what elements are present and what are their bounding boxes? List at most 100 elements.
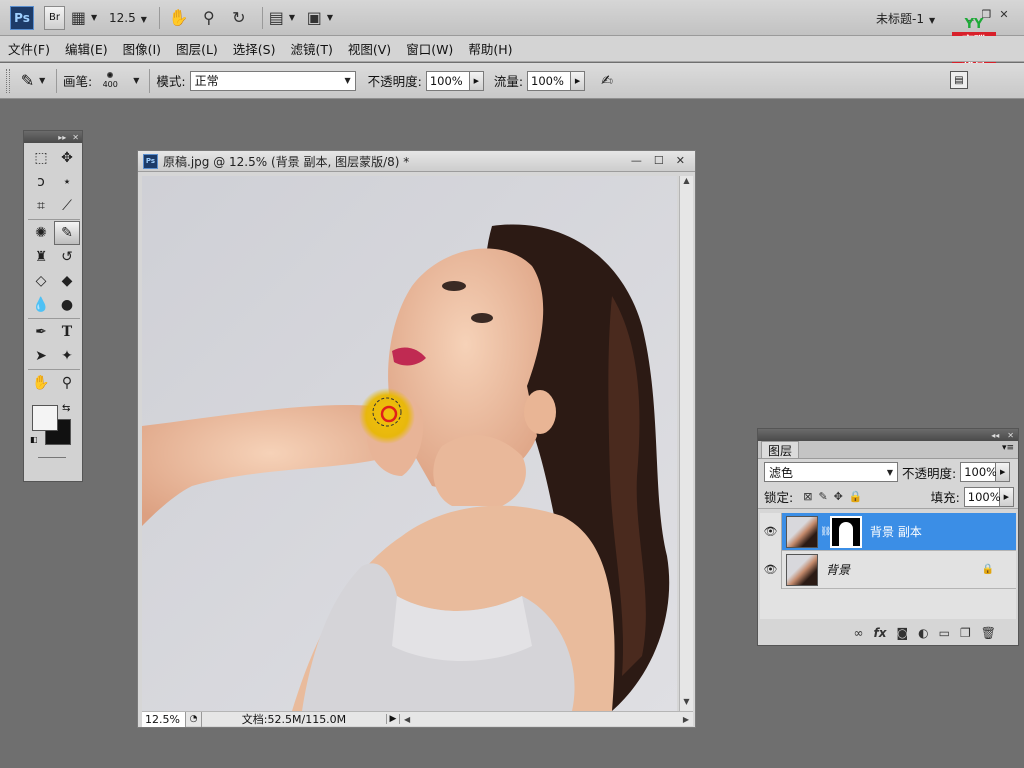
menu-help[interactable]: 帮助(H)	[468, 39, 512, 58]
fill-input[interactable]: 100%	[963, 486, 1001, 507]
toggle-brush-panel-icon[interactable]: ▤	[950, 71, 968, 89]
panel-menu-icon[interactable]: ▾≡	[1002, 443, 1014, 453]
brush-size-picker[interactable]: 400	[96, 67, 124, 95]
brush-tool-icon[interactable]: ✎	[54, 221, 80, 245]
default-colors-icon[interactable]: ◧	[30, 435, 38, 444]
layer-thumbnail[interactable]	[786, 553, 818, 586]
clone-stamp-tool-icon[interactable]: ♜	[28, 245, 54, 269]
zoom-tool-icon[interactable]: ⚲	[54, 371, 80, 395]
healing-brush-tool-icon[interactable]: ✺	[28, 221, 54, 245]
status-menu-arrow-icon[interactable]: ▶	[386, 714, 400, 724]
rotate-view-icon[interactable]: ↻	[228, 7, 250, 29]
adjustment-layer-icon[interactable]: ◐	[918, 626, 928, 640]
horizontal-scrollbar[interactable]: ◀ ▶	[400, 712, 693, 727]
collapse-icon[interactable]: ◂◂	[991, 431, 999, 440]
link-layers-icon[interactable]: ∞	[854, 626, 864, 640]
delete-layer-icon[interactable]: 🗑	[981, 626, 996, 640]
zoom-level-dropdown[interactable]: 12.5 ▼	[109, 11, 147, 25]
layer-thumbnail[interactable]	[786, 515, 818, 548]
opacity-input[interactable]: 100%	[425, 70, 470, 91]
photoshop-logo-icon[interactable]: Ps	[10, 5, 34, 30]
lasso-tool-icon[interactable]: ↄ	[28, 170, 54, 194]
layer-opacity-input[interactable]: 100%	[960, 462, 997, 482]
tools-panel-header[interactable]: ▸▸ ✕	[24, 131, 82, 143]
crop-tool-icon[interactable]: ⌗	[28, 194, 54, 218]
menu-edit[interactable]: 编辑(E)	[65, 39, 108, 58]
hand-tool-icon[interactable]: ✋	[28, 371, 54, 395]
new-layer-icon[interactable]: ❐	[960, 626, 971, 640]
foreground-color-swatch[interactable]	[32, 405, 58, 431]
document-title-bar[interactable]: Ps 原稿.jpg @ 12.5% (背景 副本, 图层蒙版/8) * — ☐ …	[138, 151, 695, 172]
maximize-icon[interactable]: ☐	[654, 154, 664, 167]
close-icon[interactable]: ✕	[72, 133, 79, 142]
pen-tool-icon[interactable]: ✒	[28, 320, 54, 344]
visibility-eye-icon[interactable]: 👁	[760, 512, 782, 551]
layer-name[interactable]: 背景 副本	[870, 523, 922, 540]
shape-tool-icon[interactable]: ✦	[54, 344, 80, 368]
lock-pixels-icon[interactable]: ✎	[818, 490, 827, 503]
menu-view[interactable]: 视图(V)	[348, 39, 391, 58]
history-brush-tool-icon[interactable]: ↺	[54, 245, 80, 269]
swap-colors-icon[interactable]: ⇆	[62, 403, 70, 414]
menu-window[interactable]: 窗口(W)	[406, 39, 453, 58]
layer-name[interactable]: 背景	[826, 561, 850, 578]
scroll-up-icon[interactable]: ▲	[680, 176, 693, 190]
chevron-down-icon[interactable]: ▼	[133, 76, 139, 85]
flow-input[interactable]: 100%	[527, 70, 572, 91]
flow-slider-toggle[interactable]: ▶	[571, 70, 586, 91]
menu-file[interactable]: 文件(F)	[8, 39, 50, 58]
menu-filter[interactable]: 滤镜(T)	[290, 39, 332, 58]
brush-preset-picker[interactable]: ✎ ▼	[16, 68, 50, 94]
magic-wand-tool-icon[interactable]: ⋆	[54, 170, 80, 194]
visibility-eye-icon[interactable]: 👁	[760, 550, 782, 589]
zoom-field[interactable]: 12.5%	[142, 711, 186, 727]
menu-select[interactable]: 选择(S)	[233, 39, 276, 58]
bridge-button[interactable]: Br	[44, 5, 65, 30]
blur-tool-icon[interactable]: 💧	[28, 293, 54, 317]
collapse-icon[interactable]: ▸▸	[58, 133, 66, 142]
path-selection-tool-icon[interactable]: ➤	[28, 344, 54, 368]
add-mask-icon[interactable]: ◙	[897, 626, 909, 640]
image-canvas[interactable]	[142, 176, 677, 711]
screen-mode-icon[interactable]: ▣ ▼	[307, 7, 333, 29]
scroll-left-icon[interactable]: ◀	[404, 715, 410, 724]
layer-row[interactable]: 👁 ⛓ 背景 副本	[760, 512, 1016, 551]
scroll-down-icon[interactable]: ▼	[680, 697, 693, 711]
opacity-slider-toggle[interactable]: ▶	[469, 70, 484, 91]
layer-opacity-toggle[interactable]: ▶	[996, 462, 1011, 482]
close-icon[interactable]: ✕	[676, 154, 685, 167]
status-info-icon[interactable]: ◔	[186, 711, 202, 727]
quick-mask-button[interactable]	[38, 457, 66, 458]
minimize-icon[interactable]: —	[631, 154, 642, 167]
mask-link-icon[interactable]: ⛓	[820, 527, 831, 537]
close-icon[interactable]: ✕	[1007, 431, 1014, 440]
layer-style-fx-icon[interactable]: fx	[874, 626, 887, 640]
lock-all-icon[interactable]: 🔒	[849, 490, 863, 503]
new-group-icon[interactable]: ▭	[939, 626, 950, 640]
type-tool-icon[interactable]: T	[54, 320, 80, 344]
options-grip[interactable]	[6, 68, 10, 93]
tab-layers[interactable]: 图层	[761, 441, 800, 458]
airbrush-icon[interactable]: ✍	[595, 69, 619, 93]
fill-toggle[interactable]: ▶	[999, 486, 1014, 507]
lock-position-icon[interactable]: ✥	[834, 490, 843, 503]
mode-select[interactable]: 正常 ▼	[189, 70, 356, 91]
layer-mask-thumbnail[interactable]	[830, 515, 862, 548]
vertical-scrollbar[interactable]: ▲ ▼	[679, 176, 693, 711]
marquee-tool-icon[interactable]: ⬚	[28, 146, 54, 170]
eraser-tool-icon[interactable]: ◇	[28, 269, 54, 293]
layers-panel-header[interactable]: ◂◂ ✕	[758, 429, 1018, 441]
hand-icon[interactable]: ✋	[168, 7, 190, 29]
dodge-tool-icon[interactable]: ●	[54, 293, 80, 317]
workspace-title-dropdown[interactable]: 未标题-1 ▼	[876, 10, 935, 27]
eyedropper-tool-icon[interactable]: ⟋	[54, 194, 80, 218]
menu-image[interactable]: 图像(I)	[123, 39, 161, 58]
arrange-documents-icon[interactable]: ▤ ▼	[269, 7, 295, 29]
film-strip-icon[interactable]: ▦ ▼	[71, 7, 97, 29]
zoom-icon[interactable]: ⚲	[198, 7, 220, 29]
close-icon[interactable]: ✕	[999, 8, 1008, 21]
lock-transparency-icon[interactable]: ⊠	[803, 490, 812, 503]
layer-row[interactable]: 👁 背景 🔒	[760, 550, 1016, 589]
blend-mode-select[interactable]: 滤色 ▼	[764, 462, 898, 482]
move-tool-icon[interactable]: ✥	[54, 146, 80, 170]
